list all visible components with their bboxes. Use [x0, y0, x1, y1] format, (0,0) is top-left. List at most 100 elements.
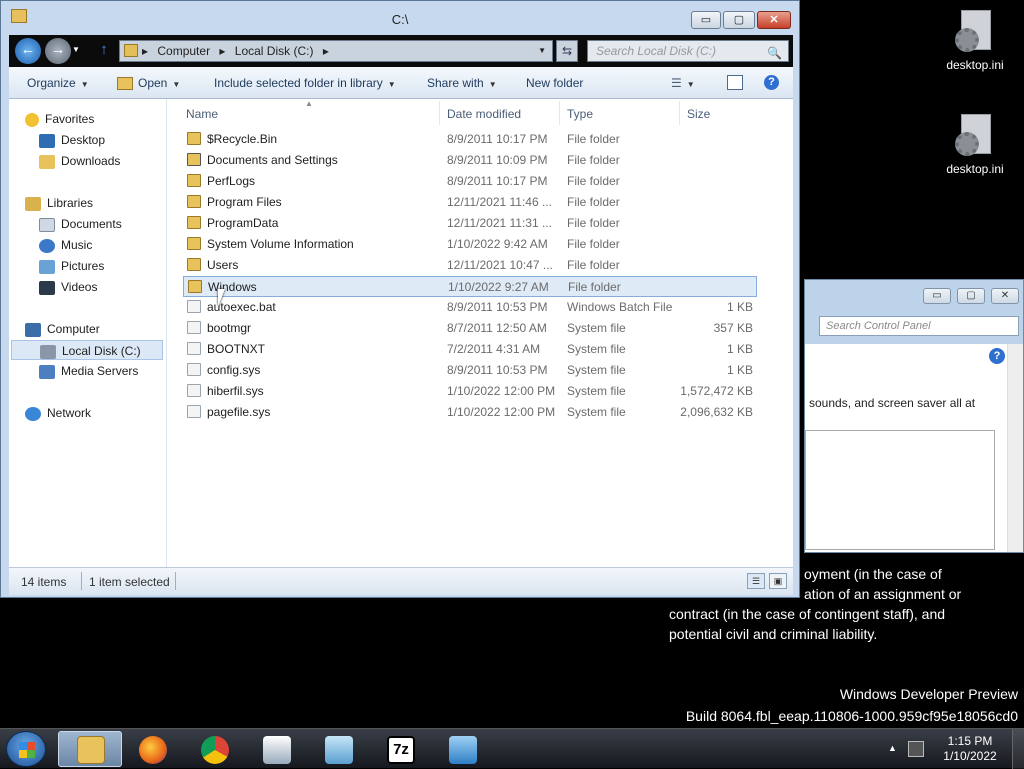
taskbar-firefox[interactable]: [120, 731, 184, 767]
address-bar[interactable]: ▸ Computer ▸ Local Disk (C:) ▸ ▼: [119, 40, 553, 62]
show-hidden-icons-icon[interactable]: ▲: [888, 743, 897, 753]
scrollbar[interactable]: [1007, 344, 1023, 552]
address-dropdown-icon[interactable]: ▼: [538, 41, 546, 61]
search-input[interactable]: Search Local Disk (C:) 🔍: [587, 40, 789, 62]
nav-videos[interactable]: Videos: [39, 277, 97, 297]
minimize-button[interactable]: ▭: [923, 288, 951, 304]
column-divider[interactable]: [439, 101, 440, 125]
breadcrumb-separator-icon[interactable]: ▸: [323, 44, 329, 58]
column-divider[interactable]: [679, 101, 680, 125]
show-desktop-button[interactable]: [1012, 729, 1024, 769]
control-panel-search-input[interactable]: Search Control Panel: [819, 316, 1019, 336]
recent-pages-chevron-icon[interactable]: ▼: [71, 38, 81, 64]
breadcrumb-computer[interactable]: Computer: [157, 44, 210, 58]
item-count: 14 items: [21, 575, 67, 589]
column-header-date[interactable]: Date modified: [447, 103, 521, 125]
new-folder-button[interactable]: New folder: [526, 76, 583, 90]
taskbar-chrome[interactable]: [182, 731, 246, 767]
view-options-icon[interactable]: ☰ ▼: [671, 76, 695, 90]
file-row[interactable]: ProgramData 12/11/2021 11:31 ... File fold…: [183, 213, 757, 234]
breadcrumb-separator-icon[interactable]: ▸: [219, 44, 225, 58]
file-row[interactable]: hiberfil.sys 1/10/2022 12:00 PM System fil…: [183, 381, 757, 402]
file-icon: [187, 342, 201, 355]
nav-computer[interactable]: Computer: [25, 319, 100, 339]
file-row[interactable]: BOOTNXT 7/2/2011 4:31 AM System file 1 KB: [183, 339, 757, 360]
forward-arrow-icon[interactable]: →: [45, 38, 71, 64]
close-button[interactable]: ✕: [757, 11, 791, 29]
column-divider[interactable]: [559, 101, 560, 125]
breadcrumb-separator-icon[interactable]: ▸: [142, 44, 148, 58]
nav-downloads[interactable]: Downloads: [39, 151, 120, 171]
nav-pictures[interactable]: Pictures: [39, 256, 104, 276]
nav-favorites[interactable]: Favorites: [25, 109, 94, 129]
start-button[interactable]: [6, 731, 46, 767]
file-row[interactable]: PerfLogs 8/9/2011 10:17 PM File folder: [183, 171, 757, 192]
policy-text-line: potential civil and criminal liability.: [669, 626, 878, 642]
file-row[interactable]: autoexec.bat 8/9/2011 10:53 PM Windows Bat…: [183, 297, 757, 318]
folder-shortcut-icon: [187, 153, 201, 166]
clock[interactable]: 1:15 PM 1/10/2022: [936, 734, 1004, 764]
back-arrow-icon[interactable]: ←: [15, 38, 41, 64]
taskbar-control-panel[interactable]: [244, 731, 308, 767]
refresh-icon[interactable]: ⇆: [556, 40, 578, 62]
details-view-icon[interactable]: ☰: [747, 573, 765, 589]
file-type: System file: [567, 342, 626, 356]
folder-icon: [187, 174, 201, 187]
search-placeholder: Search Local Disk (C:): [596, 44, 717, 58]
file-row[interactable]: pagefile.sys 1/10/2022 12:00 PM System fil…: [183, 402, 757, 423]
file-row[interactable]: bootmgr 8/7/2011 12:50 AM System file 357 K…: [183, 318, 757, 339]
clock-time: 1:15 PM: [947, 734, 993, 748]
help-icon[interactable]: ?: [989, 348, 1005, 364]
file-type: File folder: [567, 174, 620, 188]
explorer-window[interactable]: C:\ ▭ ▢ ✕ ← → ▼ ↑ ▸ Computer ▸ Local Dis…: [0, 0, 800, 598]
nav-desktop[interactable]: Desktop: [39, 130, 105, 150]
file-icon: [187, 363, 201, 376]
file-row[interactable]: config.sys 8/9/2011 10:53 PM System file 1 …: [183, 360, 757, 381]
column-header-type[interactable]: Type: [567, 103, 593, 125]
search-icon[interactable]: 🔍: [767, 43, 782, 63]
action-center-flag-icon[interactable]: [908, 741, 924, 757]
taskbar-explorer[interactable]: [58, 731, 122, 767]
minimize-button[interactable]: ▭: [691, 11, 721, 29]
file-row[interactable]: Windows 1/10/2022 9:27 AM File folder: [183, 276, 757, 297]
file-row[interactable]: $Recycle.Bin 8/9/2011 10:17 PM File folder: [183, 129, 757, 150]
preview-pane-icon[interactable]: [727, 75, 743, 90]
file-row[interactable]: Program Files 12/11/2021 11:46 ... File fo…: [183, 192, 757, 213]
close-button[interactable]: ✕: [991, 288, 1019, 304]
maximize-button[interactable]: ▢: [957, 288, 985, 304]
policy-text-line: oyment (in the case of: [804, 566, 942, 582]
file-row[interactable]: Documents and Settings 8/9/2011 10:09 PM F…: [183, 150, 757, 171]
breadcrumb-local-disk[interactable]: Local Disk (C:): [235, 44, 314, 58]
title-bar[interactable]: C:\ ▭ ▢ ✕: [1, 1, 799, 35]
share-with-button[interactable]: Share with ▼: [427, 76, 497, 90]
file-row[interactable]: Users 12/11/2021 10:47 ... File folder: [183, 255, 757, 276]
nav-local-disk[interactable]: Local Disk (C:): [11, 340, 163, 360]
file-row[interactable]: System Volume Information 1/10/2022 9:42 …: [183, 234, 757, 255]
pictures-icon: [39, 259, 55, 274]
nav-documents[interactable]: Documents: [39, 214, 122, 234]
taskbar-notepad[interactable]: [306, 731, 370, 767]
organize-button[interactable]: Organize ▼: [27, 76, 89, 90]
nav-libraries[interactable]: Libraries: [25, 193, 93, 213]
taskbar-7zip[interactable]: 7z: [368, 731, 432, 767]
navigation-bar: ← → ▼ ↑ ▸ Computer ▸ Local Disk (C:) ▸ ▼…: [9, 35, 793, 67]
column-header-size[interactable]: Size: [687, 103, 710, 125]
up-arrow-icon[interactable]: ↑: [91, 38, 117, 64]
include-in-library-button[interactable]: Include selected folder in library ▼: [214, 76, 396, 90]
nav-media-servers[interactable]: Media Servers: [39, 361, 138, 381]
open-button[interactable]: Open ▼: [117, 76, 180, 91]
maximize-button[interactable]: ▢: [723, 11, 755, 29]
taskbar-remote-desktop[interactable]: [430, 731, 494, 767]
control-panel-window[interactable]: ▭ ▢ ✕ Search Control Panel ? sounds, and…: [804, 279, 1024, 553]
desktop-ini-icon-2[interactable]: desktop.ini: [940, 114, 1010, 176]
file-name: pagefile.sys: [207, 405, 271, 419]
drive-folder-icon: [124, 44, 138, 57]
nav-music[interactable]: Music: [39, 235, 92, 255]
column-header-name[interactable]: Name: [186, 103, 218, 125]
taskbar: 7z ▲ 1:15 PM 1/10/2022: [0, 728, 1024, 769]
sort-ascending-icon: ▲: [305, 99, 313, 108]
large-icons-view-icon[interactable]: ▣: [769, 573, 787, 589]
nav-network[interactable]: Network: [25, 403, 91, 423]
help-icon[interactable]: ?: [764, 75, 779, 90]
desktop-ini-icon-1[interactable]: desktop.ini: [940, 10, 1010, 72]
